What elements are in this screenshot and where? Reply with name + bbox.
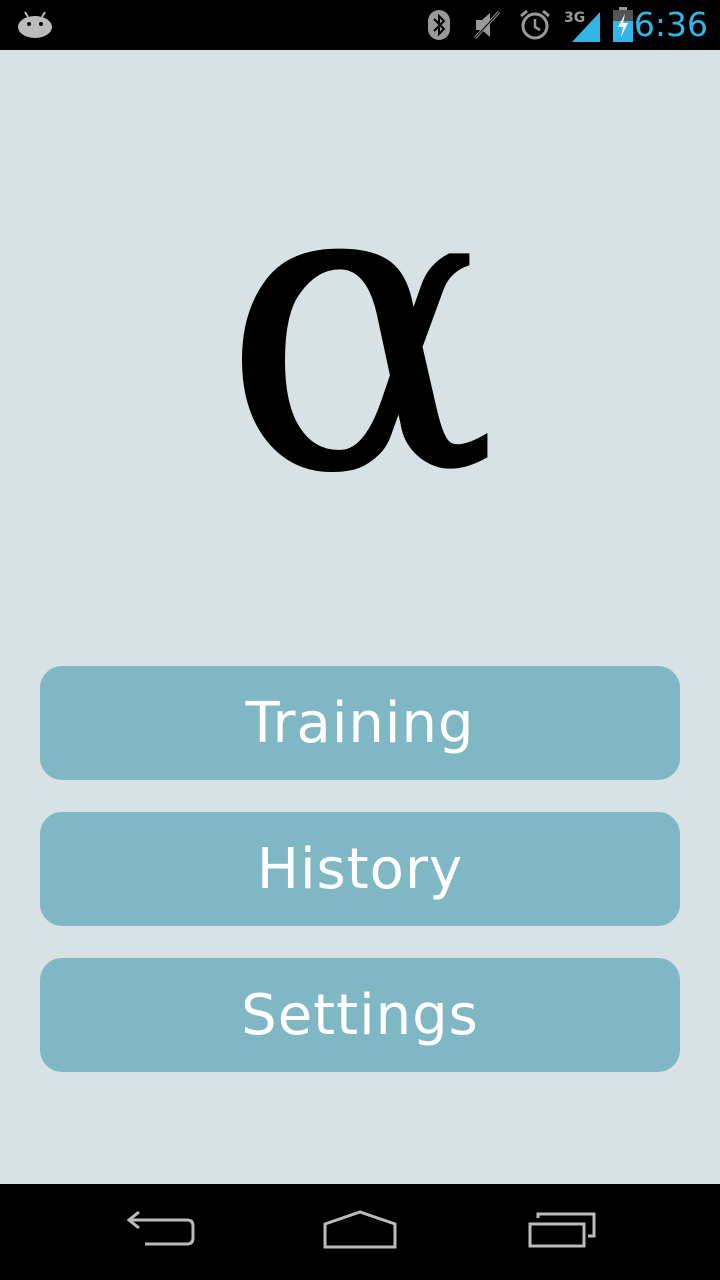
recent-apps-button[interactable] (502, 1184, 622, 1280)
alpha-logo: α (221, 86, 499, 564)
signal-icon: 3G (562, 6, 604, 49)
training-button[interactable]: Training (40, 666, 680, 780)
navigation-bar (0, 1184, 720, 1280)
recent-apps-icon (526, 1210, 598, 1255)
battery-charging-icon (612, 7, 634, 48)
network-type-text: 3G (564, 10, 585, 26)
back-button[interactable] (100, 1184, 220, 1280)
home-button[interactable] (300, 1184, 420, 1280)
android-notification-icon (16, 10, 54, 45)
status-clock: 6:36 (633, 5, 708, 44)
main-screen: α Training History Settings (0, 50, 720, 1184)
mute-icon (472, 9, 502, 46)
back-icon (125, 1210, 195, 1255)
alarm-icon (518, 8, 552, 47)
history-button[interactable]: History (40, 812, 680, 926)
status-bar: 3G 6:36 (0, 0, 720, 50)
settings-button[interactable]: Settings (40, 958, 680, 1072)
home-icon (322, 1209, 398, 1255)
bluetooth-icon (426, 9, 452, 46)
